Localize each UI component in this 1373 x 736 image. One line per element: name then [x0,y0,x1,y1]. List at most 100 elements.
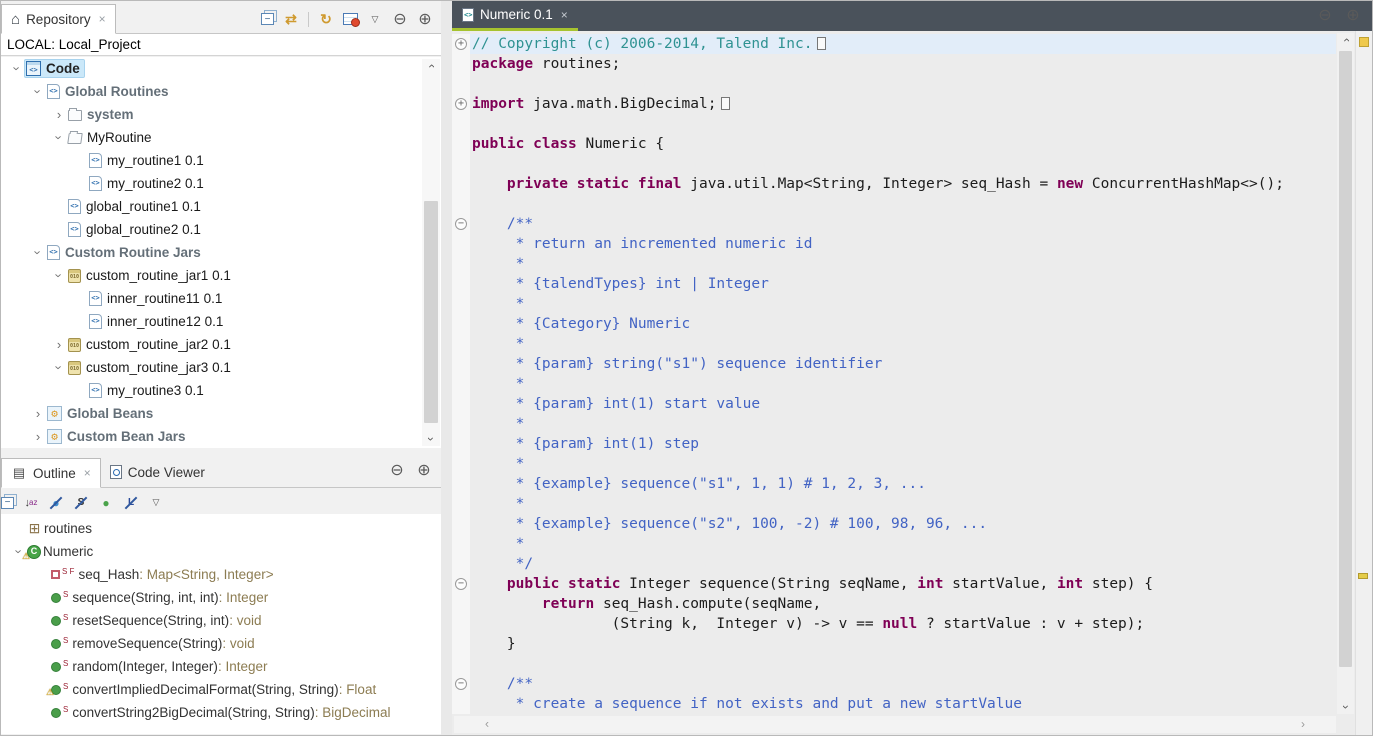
editor-hscrollbar[interactable] [454,716,1336,733]
code-line[interactable] [452,154,1336,174]
scroll-down-icon[interactable] [1337,700,1355,714]
code-line-text[interactable]: * [470,534,1336,554]
code-line-text[interactable]: * {param} string("s1") sequence identifi… [470,354,1336,374]
code-line[interactable] [452,654,1336,674]
code-line-text[interactable]: * return an incremented numeric id [470,234,1336,254]
chevron-right-icon[interactable] [30,430,46,443]
scroll-right-icon[interactable] [1294,717,1312,732]
outline-item[interactable]: SresetSequence(String, int) : void [1,609,441,632]
code-line-text[interactable]: */ [470,554,1336,574]
collapse-all-icon[interactable] [261,13,274,25]
code-line[interactable] [452,74,1336,94]
tree-item[interactable]: inner_routine12 0.1 [1,310,441,333]
code-line[interactable]: * [452,254,1336,274]
tree-item[interactable]: MyRoutine [1,126,441,149]
tree-item[interactable]: custom_routine_jar3 0.1 [1,356,441,379]
code-line-text[interactable]: public static Integer sequence(String se… [470,574,1336,594]
chevron-right-icon[interactable] [51,338,67,351]
minimize-icon[interactable] [392,11,408,27]
code-line-text[interactable]: return seq_Hash.compute(seqName, [470,594,1336,614]
sync-icon[interactable] [283,11,299,27]
tree-item[interactable]: inner_routine11 0.1 [1,287,441,310]
code-line-text[interactable]: * {talendTypes} int | Integer [470,274,1336,294]
repository-tree[interactable]: CodeGlobal RoutinessystemMyRoutinemy_rou… [1,57,441,448]
scroll-up-icon[interactable] [1337,33,1355,47]
chevron-right-icon[interactable] [51,108,67,121]
code-line-text[interactable]: // Copyright (c) 2006-2014, Talend Inc. [470,34,1336,54]
code-line[interactable]: * {example} sequence("s1", 1, 1) # 1, 2,… [452,474,1336,494]
code-line-text[interactable]: private static final java.util.Map<Strin… [470,174,1336,194]
tree-item[interactable]: Custom Bean Jars [1,425,441,448]
code-line[interactable]: } [452,634,1336,654]
close-icon[interactable]: × [84,466,91,480]
outline-item[interactable]: Numeric [1,540,441,563]
code-line[interactable]: * [452,374,1336,394]
code-line[interactable]: * {param} string("s1") sequence identifi… [452,354,1336,374]
outline-item[interactable]: Srandom(Integer, Integer) : Integer [1,655,441,678]
warning-marker[interactable] [1358,573,1368,579]
code-line[interactable]: private static final java.util.Map<Strin… [452,174,1336,194]
tree-item[interactable]: custom_routine_jar1 0.1 [1,264,441,287]
tab-repository[interactable]: Repository × [1,4,116,34]
fold-toggle-icon[interactable]: + [455,98,467,110]
code-line[interactable]: * [452,334,1336,354]
sort-icon[interactable] [23,495,39,511]
code-line-text[interactable]: * [470,254,1336,274]
code-line[interactable]: return seq_Hash.compute(seqName, [452,594,1336,614]
tree-item[interactable]: my_routine3 0.1 [1,379,441,402]
code-line-text[interactable]: * {param} int(1) start value [470,394,1336,414]
code-line-text[interactable]: * [470,334,1336,354]
chevron-down-icon[interactable] [51,361,67,374]
filter-icon[interactable] [343,13,358,25]
tree-item[interactable]: Code [1,57,441,80]
fold-toggle-icon[interactable]: + [455,38,467,50]
code-line-text[interactable]: * {Category} Numeric [470,314,1336,334]
fold-toggle-icon[interactable]: − [455,218,467,230]
code-line[interactable]: * {param} int(1) start value [452,394,1336,414]
hide-fields-icon[interactable] [48,495,64,511]
code-line[interactable]: * {Category} Numeric [452,314,1336,334]
scroll-up-icon[interactable] [422,59,440,73]
tree-item[interactable]: my_routine1 0.1 [1,149,441,172]
code-line-text[interactable]: } [470,634,1336,654]
code-line-text[interactable] [470,194,1336,214]
chevron-down-icon[interactable] [51,131,67,144]
code-line-text[interactable] [470,154,1336,174]
code-line-text[interactable] [470,654,1336,674]
scrollbar-thumb[interactable] [1339,51,1352,667]
code-line-text[interactable]: * {example} sequence("s2", 100, -2) # 10… [470,514,1336,534]
overview-ruler[interactable] [1355,31,1372,735]
hide-nonpublic-icon[interactable] [98,495,114,511]
warning-summary-marker[interactable] [1359,37,1369,47]
view-menu-icon[interactable] [148,495,164,511]
folded-region-icon[interactable] [721,97,730,110]
scroll-left-icon[interactable] [478,717,496,732]
fold-toggle-icon[interactable]: − [455,678,467,690]
code-line[interactable]: * [452,454,1336,474]
chevron-down-icon[interactable] [9,62,25,75]
refresh-icon[interactable] [318,11,334,27]
code-line[interactable]: * create a sequence if not exists and pu… [452,694,1336,714]
minimize-icon[interactable] [1316,8,1334,24]
code-line-text[interactable]: * [470,414,1336,434]
code-line[interactable]: public class Numeric { [452,134,1336,154]
code-line[interactable]: − /** [452,214,1336,234]
tab-outline[interactable]: Outline × [1,458,101,488]
outline-item[interactable]: SremoveSequence(String) : void [1,632,441,655]
tree-item[interactable]: my_routine2 0.1 [1,172,441,195]
fold-toggle-icon[interactable]: − [455,578,467,590]
code-line[interactable]: * [452,414,1336,434]
code-line[interactable]: * [452,494,1336,514]
hide-static-icon[interactable] [73,495,89,511]
outline-item[interactable]: S Fseq_Hash : Map<String, Integer> [1,563,441,586]
code-line-text[interactable]: (String k, Integer v) -> v == null ? sta… [470,614,1336,634]
tab-code-viewer[interactable]: Code Viewer [101,457,214,487]
tree-item[interactable]: system [1,103,441,126]
code-line[interactable]: * [452,294,1336,314]
tree-item[interactable]: custom_routine_jar2 0.1 [1,333,441,356]
code-line[interactable]: − /** [452,674,1336,694]
chevron-down-icon[interactable] [51,269,67,282]
code-line[interactable] [452,194,1336,214]
maximize-icon[interactable] [1344,8,1362,24]
code-line[interactable]: * {example} sequence("s2", 100, -2) # 10… [452,514,1336,534]
